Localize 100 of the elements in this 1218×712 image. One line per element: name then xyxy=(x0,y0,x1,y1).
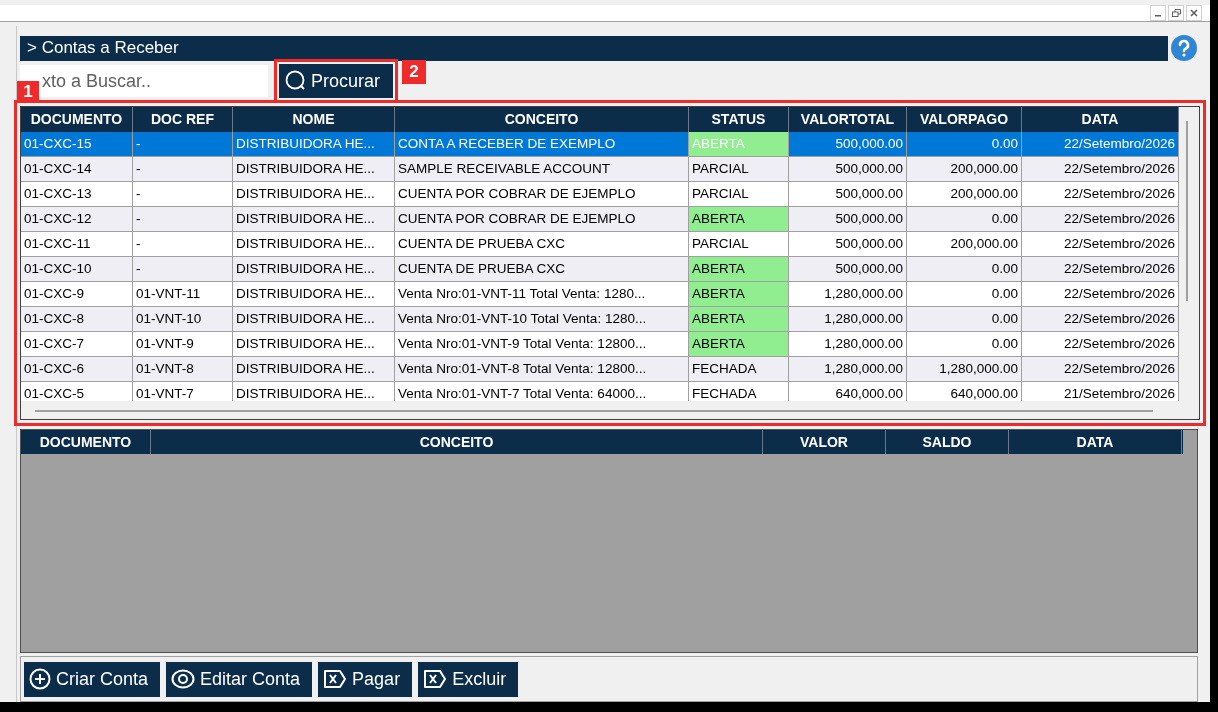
table-cell: 0.00 xyxy=(907,257,1022,281)
table-row[interactable]: 01-CXC-8 01-VNT-10 DISTRIBUIDORA HE... Venta Nro:01-VNT-10 Total Venta: 1280... ABERTA 1,280,000.00 0.00 22/Setembro/2026 xyxy=(21,307,1179,332)
panel-title-bar: > Contas a Receber xyxy=(20,35,1168,61)
table-cell: 1,280,000.00 xyxy=(789,357,907,381)
table-cell: 01-CXC-13 xyxy=(21,182,133,206)
table-cell: 640,000.00 xyxy=(789,382,907,401)
table-cell: - xyxy=(133,182,233,206)
table-cell: DISTRIBUIDORA HE... xyxy=(233,382,395,401)
table-cell: ABERTA xyxy=(689,207,789,231)
table-cell: 0.00 xyxy=(907,332,1022,356)
table-cell: 500,000.00 xyxy=(789,182,907,206)
table-cell: DISTRIBUIDORA HE... xyxy=(233,132,395,156)
eye-icon xyxy=(171,668,196,690)
table-row[interactable]: 01-CXC-7 01-VNT-9 DISTRIBUIDORA HE... Venta Nro:01-VNT-9 Total Venta: 12800... ABERTA 1,280,000.00 0.00 22/Setembro/2026 xyxy=(21,332,1179,357)
action-button[interactable]: Criar Conta xyxy=(24,661,161,697)
table-cell: DISTRIBUIDORA HE... xyxy=(233,307,395,331)
table-row[interactable]: 01-CXC-9 01-VNT-11 DISTRIBUIDORA HE... Venta Nro:01-VNT-11 Total Venta: 1280... ABERTA 1,280,000.00 0.00 22/Setembro/2026 xyxy=(21,282,1179,307)
table-cell: 01-CXC-9 xyxy=(21,282,133,306)
delete-key-icon xyxy=(323,669,348,689)
table-cell: DISTRIBUIDORA HE... xyxy=(233,257,395,281)
table-cell: 01-CXC-11 xyxy=(21,232,133,256)
restore-icon xyxy=(1171,9,1181,17)
table-cell: 01-CXC-7 xyxy=(21,332,133,356)
table-cell: CUENTA DE PRUEBA CXC xyxy=(395,232,689,256)
table-cell: 01-VNT-10 xyxy=(133,307,233,331)
help-icon[interactable] xyxy=(1170,34,1198,62)
plus-circle-icon xyxy=(29,668,51,690)
table-cell: DISTRIBUIDORA HE... xyxy=(233,182,395,206)
close-button[interactable] xyxy=(1186,5,1202,21)
table-cell: 200,000.00 xyxy=(907,157,1022,181)
table-cell: FECHADA xyxy=(689,382,789,401)
table-cell: 500,000.00 xyxy=(789,207,907,231)
table-cell: - xyxy=(133,257,233,281)
table-cell: - xyxy=(133,132,233,156)
delete-key-icon xyxy=(423,669,448,689)
table-cell: CUENTA POR COBRAR DE EJEMPLO xyxy=(395,182,689,206)
table-cell: 01-VNT-8 xyxy=(133,357,233,381)
table-cell: 640,000.00 xyxy=(907,382,1022,401)
table-cell: DISTRIBUIDORA HE... xyxy=(233,232,395,256)
search-icon xyxy=(285,70,307,92)
table-cell: ABERTA xyxy=(689,257,789,281)
annotation-label: 1 xyxy=(17,81,39,103)
table-cell: PARCIAL xyxy=(689,232,789,256)
table-cell: 500,000.00 xyxy=(789,132,907,156)
table-cell: 01-VNT-11 xyxy=(133,282,233,306)
table-cell: ABERTA xyxy=(689,282,789,306)
table-cell: 0.00 xyxy=(907,132,1022,156)
table-row[interactable]: 01-CXC-13 - DISTRIBUIDORA HE... CUENTA POR COBRAR DE EJEMPLO PARCIAL 500,000.00 200,000.00 22/Setembro/2026 xyxy=(21,182,1179,207)
table-cell: - xyxy=(133,207,233,231)
table-row[interactable]: 01-CXC-5 01-VNT-7 DISTRIBUIDORA HE... Venta Nro:01-VNT-7 Total Venta: 64000... FECHADA 640,000.00 640,000.00 21/Setembro/2026 xyxy=(21,382,1179,401)
table-cell: ABERTA xyxy=(689,332,789,356)
table-cell: - xyxy=(133,157,233,181)
table-cell: 01-VNT-9 xyxy=(133,332,233,356)
minimize-button[interactable] xyxy=(1150,5,1166,21)
table-cell: 200,000.00 xyxy=(907,232,1022,256)
table-cell: ABERTA xyxy=(689,132,789,156)
table-row[interactable]: 01-CXC-15 - DISTRIBUIDORA HE... CONTA A RECEBER DE EXEMPLO ABERTA 500,000.00 0.00 22/Setembro/2026 xyxy=(21,132,1179,157)
table-cell: 01-CXC-14 xyxy=(21,157,133,181)
table-cell: 01-VNT-7 xyxy=(133,382,233,401)
table-cell: PARCIAL xyxy=(689,182,789,206)
column-header[interactable]: DATA xyxy=(1009,430,1182,454)
table-cell: 1,280,000.00 xyxy=(789,332,907,356)
close-icon xyxy=(1190,9,1198,17)
column-header[interactable]: VALOR xyxy=(763,430,886,454)
table-cell: 500,000.00 xyxy=(789,257,907,281)
table-cell: 01-CXC-10 xyxy=(21,257,133,281)
restore-button[interactable] xyxy=(1168,5,1184,21)
table-cell: 01-CXC-8 xyxy=(21,307,133,331)
column-header[interactable]: DOCUMENTO xyxy=(21,430,151,454)
table-row[interactable]: 01-CXC-10 - DISTRIBUIDORA HE... CUENTA DE PRUEBA CXC ABERTA 500,000.00 0.00 22/Setembro/2026 xyxy=(21,257,1179,282)
table-row[interactable]: 01-CXC-14 - DISTRIBUIDORA HE... SAMPLE RECEIVABLE ACCOUNT PARCIAL 500,000.00 200,000.00 22/Setembro/2026 xyxy=(21,157,1179,182)
table-cell: DISTRIBUIDORA HE... xyxy=(233,282,395,306)
table-cell: 1,280,000.00 xyxy=(789,282,907,306)
table-cell: DISTRIBUIDORA HE... xyxy=(233,332,395,356)
table-cell: 01-CXC-6 xyxy=(21,357,133,381)
table-cell: 01-CXC-12 xyxy=(21,207,133,231)
column-header[interactable]: CONCEITO xyxy=(151,430,763,454)
table-cell: PARCIAL xyxy=(689,157,789,181)
action-button[interactable]: Pagar xyxy=(318,661,413,697)
table-cell: DISTRIBUIDORA HE... xyxy=(233,157,395,181)
action-button[interactable]: Editar Conta xyxy=(166,661,313,697)
table-cell: 0.00 xyxy=(907,207,1022,231)
table-cell: 0.00 xyxy=(907,307,1022,331)
table-cell: 500,000.00 xyxy=(789,157,907,181)
annotation-label: 2 xyxy=(402,60,426,84)
table-row[interactable]: 01-CXC-6 01-VNT-8 DISTRIBUIDORA HE... Venta Nro:01-VNT-8 Total Venta: 12800... FECHADA 1,280,000.00 1,280,000.00 22/Setembro/2026 xyxy=(21,357,1179,382)
table-row[interactable]: 01-CXC-12 - DISTRIBUIDORA HE... CUENTA POR COBRAR DE EJEMPLO ABERTA 500,000.00 0.00 22/Setembro/2026 xyxy=(21,207,1179,232)
table-cell: ABERTA xyxy=(689,307,789,331)
search-button[interactable]: Procurar xyxy=(279,64,393,98)
table-cell: 0.00 xyxy=(907,282,1022,306)
action-button[interactable]: Excluir xyxy=(418,661,519,697)
table-cell: 200,000.00 xyxy=(907,182,1022,206)
table-cell: 1,280,000.00 xyxy=(907,357,1022,381)
table-cell: FECHADA xyxy=(689,357,789,381)
table-row[interactable]: 01-CXC-11 - DISTRIBUIDORA HE... CUENTA DE PRUEBA CXC PARCIAL 500,000.00 200,000.00 22/Setembro/2026 xyxy=(21,232,1179,257)
column-header[interactable]: SALDO xyxy=(886,430,1009,454)
table-cell: Venta Nro:01-VNT-8 Total Venta: 12800... xyxy=(395,357,689,381)
table-cell: 1,280,000.00 xyxy=(789,307,907,331)
table-cell: DISTRIBUIDORA HE... xyxy=(233,357,395,381)
table-cell: Venta Nro:01-VNT-7 Total Venta: 64000... xyxy=(395,382,689,401)
